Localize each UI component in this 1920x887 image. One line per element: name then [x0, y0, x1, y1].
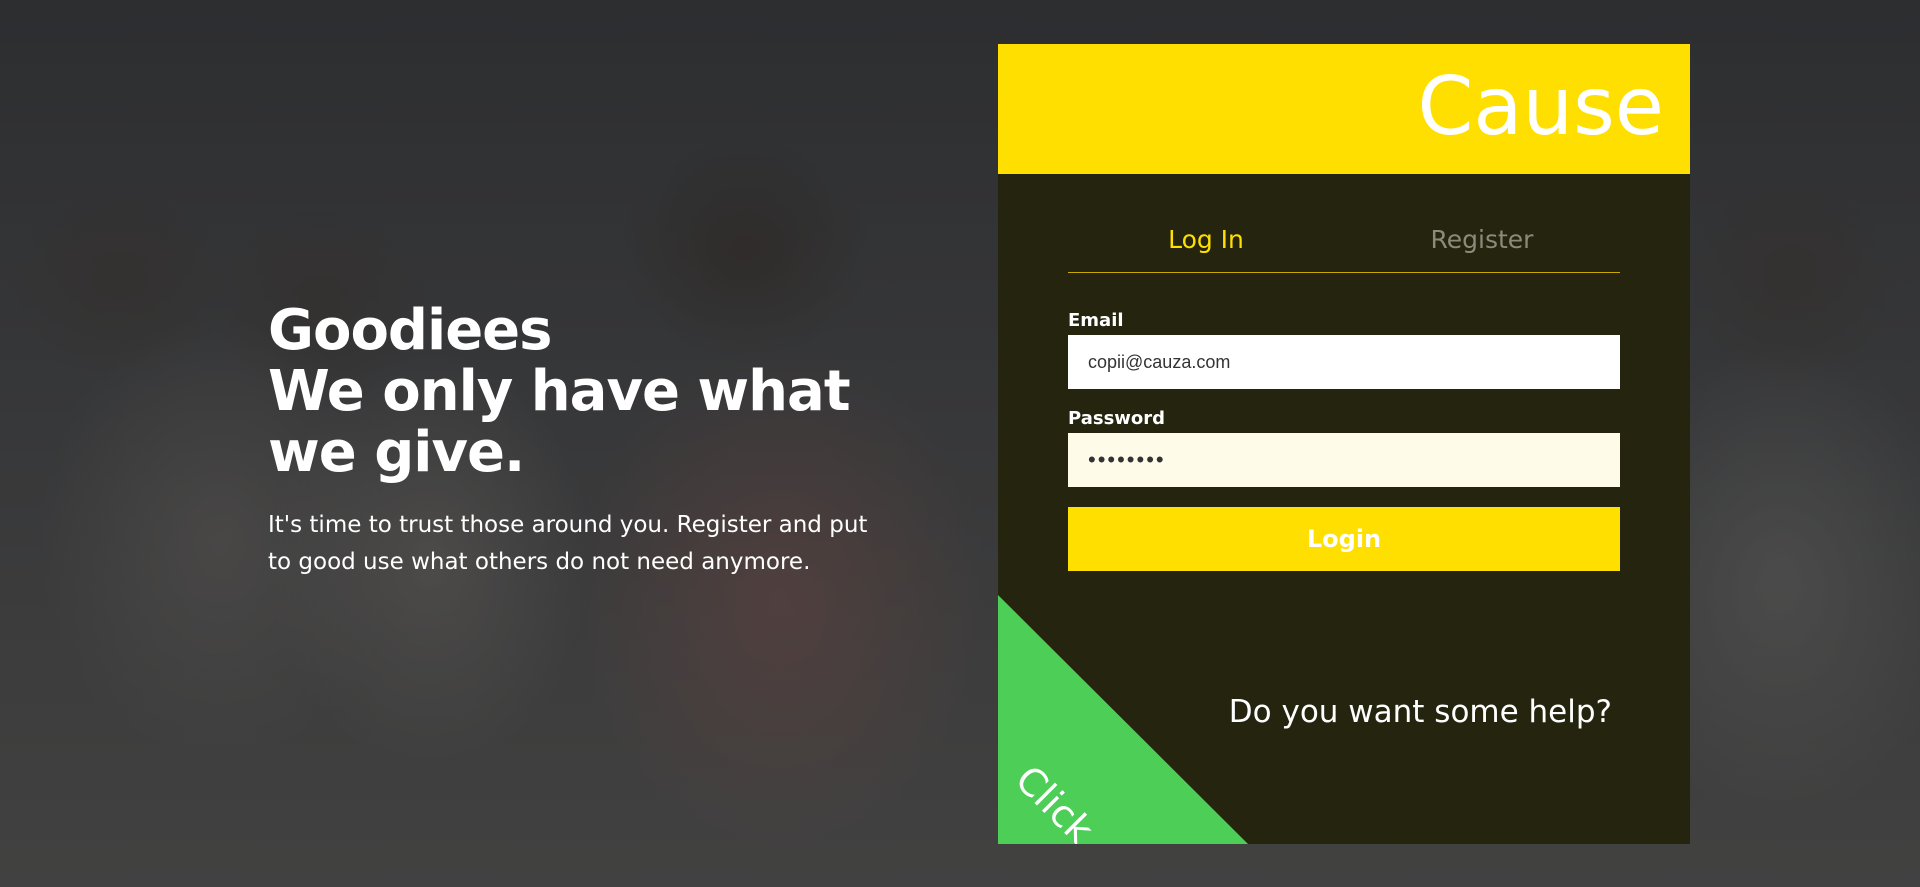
password-label: Password	[1068, 408, 1166, 429]
auth-tabs: Log In Register	[1068, 218, 1620, 273]
password-field[interactable]: ••••••••	[1068, 433, 1620, 487]
hero-subtitle: It's time to trust those around you. Reg…	[268, 512, 868, 575]
help-link[interactable]: Do you want some help?	[1229, 692, 1612, 732]
click-corner-button[interactable]: Click	[998, 595, 1248, 844]
brand-logo: Cause	[1417, 60, 1664, 153]
hero-title-line-2: We only have what	[268, 359, 851, 424]
hero-title-line-3: we give.	[268, 420, 525, 485]
tab-register[interactable]: Register	[1344, 218, 1620, 272]
email-field[interactable]	[1068, 335, 1620, 389]
tab-log-in[interactable]: Log In	[1068, 218, 1344, 272]
login-button[interactable]: Login	[1068, 507, 1620, 571]
hero-title-line-1: Goodiees	[268, 298, 552, 363]
email-label: Email	[1068, 310, 1124, 331]
hero-title: Goodiees We only have what we give.	[268, 300, 888, 483]
card-header: Cause	[998, 44, 1690, 174]
hero-section: Goodiees We only have what we give. It's…	[268, 300, 888, 581]
login-card: Cause Log In Register Email Password •••…	[998, 44, 1690, 844]
